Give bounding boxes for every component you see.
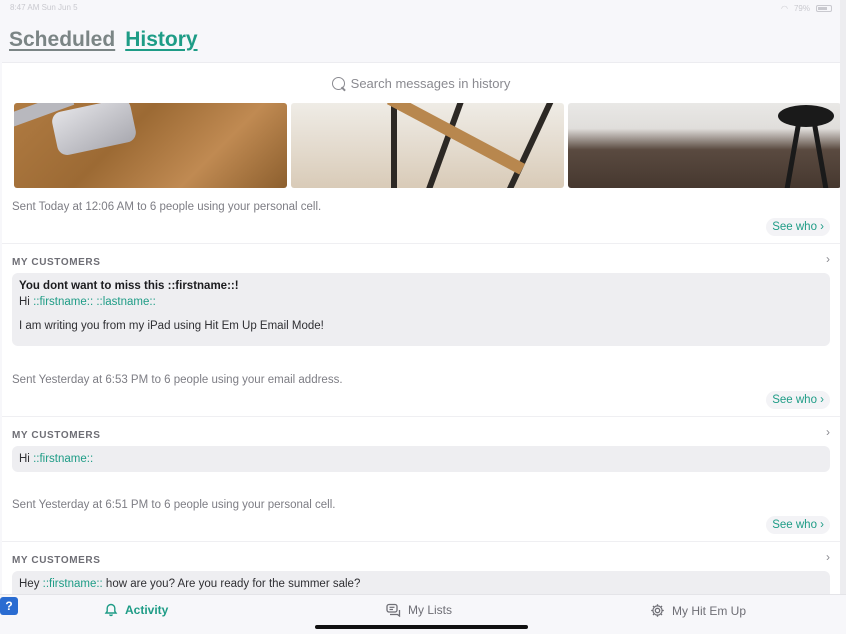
photo-lock-on-floor[interactable]	[14, 103, 287, 188]
message-greeting: Hey ::firstname:: how are you? Are you r…	[19, 578, 361, 590]
list-label: MY CUSTOMERS	[12, 257, 101, 268]
tab-history[interactable]: History	[125, 28, 197, 52]
help-icon[interactable]: ?	[0, 597, 18, 615]
tab-my-hit-em-up[interactable]: My Hit Em Up	[650, 603, 746, 618]
status-time: 8:47 AM	[10, 3, 40, 12]
bell-icon	[104, 603, 118, 617]
photo-room-stool[interactable]	[568, 103, 840, 188]
chevron-right-icon[interactable]: ›	[826, 425, 830, 439]
home-indicator[interactable]	[315, 625, 528, 629]
chevron-right-icon[interactable]: ›	[826, 252, 830, 266]
battery-icon	[816, 5, 832, 12]
segmented-header: Scheduled History	[9, 28, 198, 52]
divider	[2, 416, 840, 417]
merge-tags: ::firstname::	[33, 453, 94, 465]
photo-staircase[interactable]	[291, 103, 564, 188]
chevron-right-icon[interactable]: ›	[826, 550, 830, 564]
search-icon	[331, 76, 345, 90]
list-label: MY CUSTOMERS	[12, 555, 101, 566]
message-bubble[interactable]: Hey ::firstname:: how are you? Are you r…	[12, 571, 830, 594]
merge-tags: ::firstname:: ::lastname::	[33, 296, 156, 308]
status-bar: 8:47 AM Sun Jun 5 ◠ 79%	[0, 0, 846, 14]
divider	[2, 243, 840, 244]
sent-info: Sent Yesterday at 6:51 PM to 6 people us…	[12, 499, 336, 511]
history-panel: Search messages in history Sent Today at…	[2, 62, 840, 594]
divider	[2, 541, 840, 542]
tab-activity[interactable]: Activity	[104, 603, 168, 617]
see-who-button[interactable]: See who ›	[766, 391, 830, 409]
see-who-button[interactable]: See who ›	[766, 218, 830, 236]
see-who-button[interactable]: See who ›	[766, 516, 830, 534]
message-bubble[interactable]: Hi ::firstname::	[12, 446, 830, 472]
list-label: MY CUSTOMERS	[12, 430, 101, 441]
message-body: I am writing you from my iPad using Hit …	[19, 320, 324, 332]
photo-attachments	[14, 103, 840, 188]
message-greeting: Hi ::firstname:: ::lastname::	[19, 296, 156, 308]
tab-my-hit-em-up-label: My Hit Em Up	[672, 603, 747, 618]
tab-my-lists[interactable]: My Lists	[386, 603, 452, 617]
status-date: Sun Jun 5	[41, 3, 78, 12]
merge-tags: ::firstname::	[42, 578, 103, 590]
gear-icon	[651, 604, 664, 617]
chat-bubbles-icon	[386, 603, 401, 617]
tab-scheduled[interactable]: Scheduled	[9, 28, 115, 52]
message-bubble[interactable]: You dont want to miss this ::firstname::…	[12, 273, 830, 346]
message-greeting: Hi ::firstname::	[19, 453, 94, 465]
sent-info: Sent Today at 12:06 AM to 6 people using…	[12, 201, 322, 213]
tab-activity-label: Activity	[125, 603, 169, 617]
wifi-icon: ◠	[781, 4, 788, 13]
scroll-edge	[840, 0, 846, 634]
message-subject: You dont want to miss this ::firstname::…	[19, 280, 239, 292]
sent-info: Sent Yesterday at 6:53 PM to 6 people us…	[12, 374, 343, 386]
search-placeholder: Search messages in history	[350, 75, 511, 91]
tab-my-lists-label: My Lists	[408, 603, 453, 617]
search-bar[interactable]: Search messages in history	[2, 71, 840, 95]
battery-percent: 79%	[793, 4, 810, 13]
